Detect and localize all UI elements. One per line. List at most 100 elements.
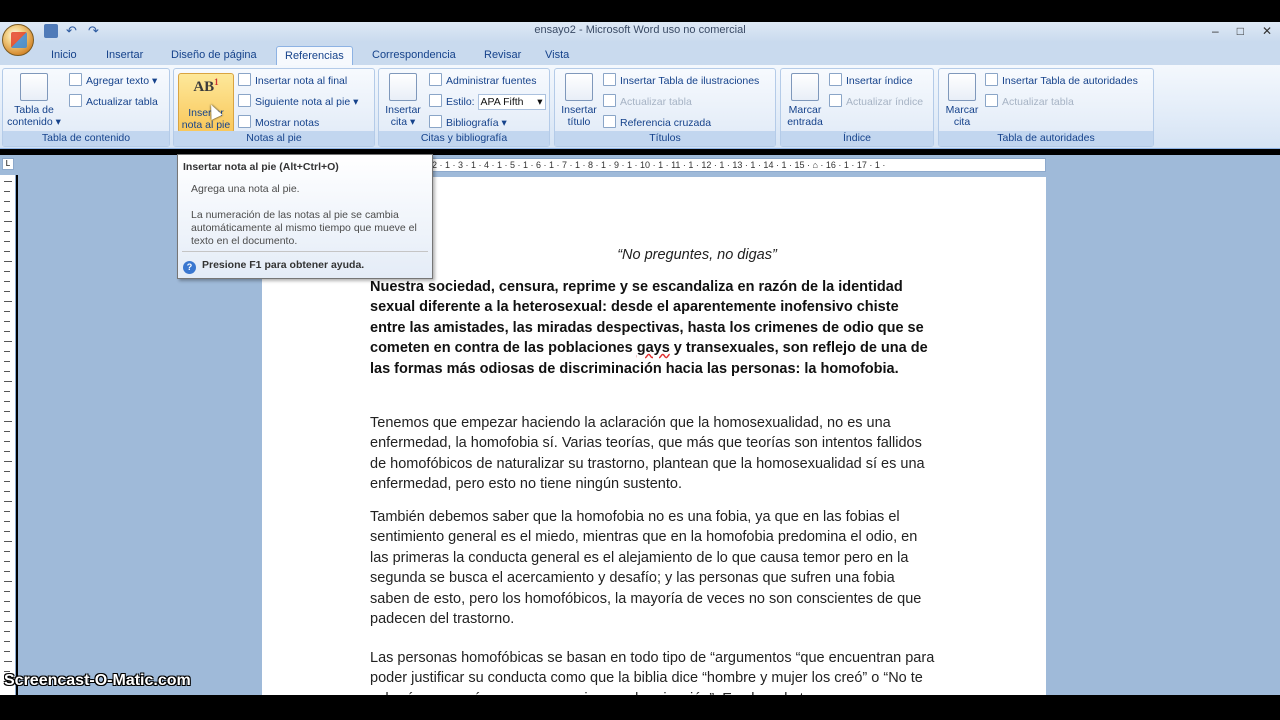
ruler-tick xyxy=(4,211,10,212)
insert-table-figures-button[interactable]: Insertar Tabla de ilustraciones xyxy=(603,73,759,90)
group-label-index: Índice xyxy=(781,131,933,146)
insert-footnote-button[interactable]: AB1 Insertar nota al pie xyxy=(178,73,234,133)
cross-reference-button[interactable]: Referencia cruzada xyxy=(603,115,711,132)
update-table-icon xyxy=(985,94,998,107)
ruler-tick xyxy=(4,291,10,292)
ruler-tick xyxy=(4,411,10,412)
tab-selector[interactable]: L xyxy=(2,158,14,170)
insert-caption-button[interactable]: Insertar título xyxy=(557,73,601,128)
screen-bottom-border xyxy=(0,695,1280,720)
update-table-icon xyxy=(69,94,82,107)
insert-citation-button[interactable]: Insertar cita ▾ xyxy=(383,73,423,128)
group-footnotes: AB1 Insertar nota al pie Insertar nota a… xyxy=(173,68,375,147)
office-button[interactable] xyxy=(2,24,34,56)
ruler-tick xyxy=(4,501,12,502)
ruler-tick xyxy=(4,541,12,542)
ruler-tick xyxy=(4,321,10,322)
tab-diseno-pagina[interactable]: Diseño de página xyxy=(163,46,265,66)
table-of-contents-button[interactable]: Tabla de contenido ▾ xyxy=(5,73,63,128)
next-footnote-button[interactable]: Siguiente nota al pie ▾ xyxy=(238,94,358,111)
insert-index-button[interactable]: Insertar índice xyxy=(829,73,913,90)
add-text-button[interactable]: Agregar texto ▾ xyxy=(69,73,157,90)
ribbon: Tabla de contenido ▾ Agregar texto ▾ Act… xyxy=(0,65,1280,149)
window-controls: – □ ✕ xyxy=(1212,24,1272,38)
ruler-marks: 2 · 1 · 3 · 1 · 4 · 1 · 5 · 1 · 6 · 1 · … xyxy=(432,160,886,170)
office-logo-icon xyxy=(11,32,27,48)
insert-endnote-button[interactable]: Insertar nota al final xyxy=(238,73,347,90)
group-table-of-contents: Tabla de contenido ▾ Agregar texto ▾ Act… xyxy=(2,68,170,147)
add-text-icon xyxy=(69,73,82,86)
ruler-tick xyxy=(4,311,10,312)
authorities-table-icon xyxy=(985,73,998,86)
update-figures-table-button[interactable]: Actualizar tabla xyxy=(603,94,692,111)
vertical-ruler[interactable] xyxy=(0,175,16,695)
manage-sources-button[interactable]: Administrar fuentes xyxy=(429,73,536,90)
ruler-tick xyxy=(4,381,12,382)
tab-vista[interactable]: Vista xyxy=(537,46,577,66)
bibliography-icon xyxy=(429,115,442,128)
ruler-tick xyxy=(4,331,10,332)
close-icon[interactable]: ✕ xyxy=(1262,24,1272,38)
footnote-label-line2: nota al pie xyxy=(181,119,231,131)
cross-reference-icon xyxy=(603,115,616,128)
tab-insertar[interactable]: Insertar xyxy=(98,46,151,66)
show-notes-button[interactable]: Mostrar notas xyxy=(238,115,319,132)
ruler-tick xyxy=(4,351,10,352)
ruler-tick xyxy=(4,241,10,242)
tab-revisar[interactable]: Revisar xyxy=(476,46,529,66)
style-dropdown[interactable]: APA Fifth ▾ xyxy=(477,94,546,110)
recorder-watermark: Screencast-O-Matic.com xyxy=(4,672,191,689)
group-citations: Insertar cita ▾ Administrar fuentes Esti… xyxy=(378,68,550,147)
ruler-tick xyxy=(4,511,10,512)
toc-label-line1: Tabla de xyxy=(14,104,54,116)
group-index: Marcar entrada Insertar índice Actualiza… xyxy=(780,68,934,147)
group-label-captions: Títulos xyxy=(555,131,775,146)
tooltip-divider xyxy=(182,251,428,252)
manage-sources-icon xyxy=(429,73,442,86)
tab-referencias[interactable]: Referencias xyxy=(276,46,353,66)
citation-label-line1: Insertar xyxy=(385,104,421,116)
mark-citation-button[interactable]: Marcar cita xyxy=(941,73,983,128)
paragraph-1: Nuestra sociedad, censura, reprime y se … xyxy=(370,279,928,377)
mark-entry-icon xyxy=(791,73,819,101)
tab-inicio[interactable]: Inicio xyxy=(43,46,85,66)
update-table-icon xyxy=(603,94,616,107)
ruler-tick xyxy=(4,521,10,522)
toc-label-line2: contenido xyxy=(7,116,53,128)
insert-authorities-table-button[interactable]: Insertar Tabla de autoridades xyxy=(985,73,1138,90)
ruler-tick xyxy=(4,561,10,562)
maximize-icon[interactable]: □ xyxy=(1237,24,1244,38)
spelling-error: gays xyxy=(636,340,670,357)
table-figures-icon xyxy=(603,73,616,86)
group-label-footnotes: Notas al pie xyxy=(174,131,374,146)
minimize-icon[interactable]: – xyxy=(1212,24,1219,38)
ribbon-tabs: Inicio Insertar Diseño de página Referen… xyxy=(0,42,1280,66)
mark-entry-button[interactable]: Marcar entrada xyxy=(783,73,827,128)
paragraph-2: Tenemos que empezar haciendo la aclaraci… xyxy=(370,415,925,493)
mark-citation-icon xyxy=(948,73,976,101)
citation-icon xyxy=(389,73,417,101)
ruler-tick xyxy=(4,401,10,402)
ruler-tick xyxy=(4,551,10,552)
update-authorities-table-button[interactable]: Actualizar tabla xyxy=(985,94,1074,111)
ruler-tick xyxy=(4,371,10,372)
ruler-tick xyxy=(4,261,12,262)
ruler-tick xyxy=(4,281,10,282)
ruler-tick xyxy=(4,201,10,202)
caption-label-line1: Insertar xyxy=(561,104,597,116)
ruler-tick xyxy=(4,621,12,622)
paragraph-3: También debemos saber que la homofobia n… xyxy=(370,509,922,628)
screen-top-border xyxy=(0,0,1280,22)
bibliography-button[interactable]: Bibliografía ▾ xyxy=(429,115,507,132)
group-label-citations: Citas y bibliografía xyxy=(379,131,549,146)
update-index-icon xyxy=(829,94,842,107)
ruler-tick xyxy=(4,441,10,442)
insert-index-icon xyxy=(829,73,842,86)
style-selector[interactable]: Estilo: APA Fifth ▾ xyxy=(429,94,546,111)
update-toc-button[interactable]: Actualizar tabla xyxy=(69,94,158,111)
ruler-tick xyxy=(4,641,10,642)
group-captions: Insertar título Insertar Tabla de ilustr… xyxy=(554,68,776,147)
update-index-button[interactable]: Actualizar índice xyxy=(829,94,923,111)
tab-correspondencia[interactable]: Correspondencia xyxy=(364,46,464,66)
footnote-icon: AB1 xyxy=(193,77,219,95)
